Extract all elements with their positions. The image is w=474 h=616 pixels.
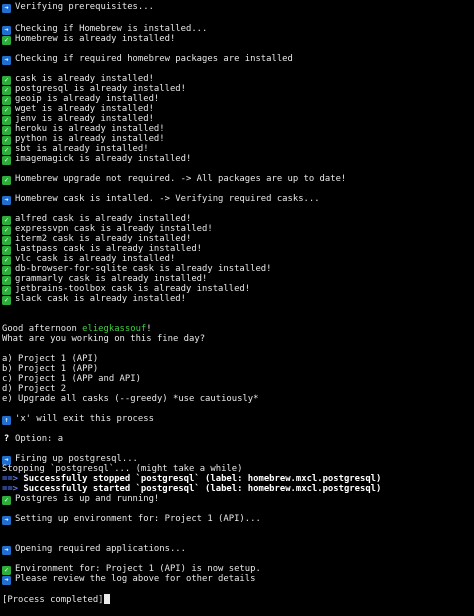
output-line: ✓ lastpass cask is already installed! [2, 244, 202, 255]
brew-arrow: ==> [2, 484, 19, 494]
check-mark-icon: ✓ [2, 176, 11, 185]
right-arrow-icon: ➜ [2, 196, 11, 205]
output-line: ✓ jetbrains-toolbox cask is already insta… [2, 284, 250, 295]
output-line: ➜ Opening required applications... [2, 544, 186, 555]
prompt-question: What are you working on this fine day? [2, 334, 206, 344]
output-line: Stopping `postgresql`... (might take a w… [2, 464, 243, 474]
output-line: ➜ Please review the log above for other d… [2, 574, 255, 585]
output-line: ✓ db-browser-for-sqlite cask is already i… [2, 264, 271, 275]
output-line: ==> Successfully started `postgresql` (l… [2, 484, 382, 494]
output-line: ➜ Firing up postgresql... [2, 454, 138, 465]
menu-option-c: c) Project 1 (APP and API) [2, 374, 141, 384]
output-line: ✓ vlc cask is already installed! [2, 254, 175, 265]
output-line: ✓ wget is already installed! [2, 104, 154, 115]
output-line: ➜ Checking if required homebrew packages … [2, 54, 293, 65]
username: eliegkassouf [82, 324, 147, 334]
right-arrow-icon: ➜ [2, 576, 11, 585]
output-line: ✓ alfred cask is already installed! [2, 214, 191, 225]
output-line: ➜ Homebrew cask is intalled. -> Verifying… [2, 194, 320, 205]
exit-hint: ↑'x' will exit this process [2, 414, 154, 425]
terminal-window[interactable]: ➜ Verifying prerequisites... ➜ Checking if… [0, 0, 474, 616]
greeting-line: Good afternoon eliegkassouf! [2, 324, 152, 334]
output-line: ✓ heroku is already installed! [2, 124, 165, 135]
right-arrow-icon: ➜ [2, 546, 11, 555]
question-mark-icon: ? [3, 434, 10, 444]
check-mark-icon: ✓ [2, 156, 11, 165]
output-line: ✓ imagemagick is already installed! [2, 154, 191, 165]
output-line: ✓ Homebrew upgrade not required. -> All p… [2, 174, 346, 185]
right-arrow-icon: ➜ [2, 516, 11, 525]
output-line: ➜ Setting up environment for: Project 1 (… [2, 514, 261, 525]
output-line: ✓ Homebrew is already installed! [2, 34, 175, 45]
output-line: ✓ slack cask is already installed! [2, 294, 186, 305]
right-arrow-icon: ➜ [2, 56, 11, 65]
menu-option-d: d) Project 2 [2, 384, 67, 394]
output-line: ✓ sbt is already installed! [2, 144, 149, 155]
check-mark-icon: ✓ [2, 296, 11, 305]
output-line: ==> Successfully stopped `postgresql` (l… [2, 474, 382, 484]
output-line: ✓ Environment for: Project 1 (API) is now… [2, 564, 261, 575]
output-line: ✓ Postgres is up and running! [2, 494, 159, 505]
right-arrow-icon: ➜ [2, 4, 11, 13]
output-line: ✓ postgresql is already installed! [2, 84, 186, 95]
menu-option-e: e) Upgrade all casks (--greedy) *use cau… [2, 394, 259, 404]
output-line: ✓ geoip is already installed! [2, 94, 159, 105]
menu-option-b: b) Project 1 (APP) [2, 364, 99, 374]
check-mark-icon: ✓ [2, 36, 11, 45]
output-line: ✓ jenv is already installed! [2, 114, 154, 125]
output-line: ✓ expressvpn cask is already installed! [2, 224, 213, 235]
text-cursor [103, 594, 110, 604]
up-arrow-icon: ↑ [2, 416, 11, 425]
output-line: ➜ Verifying prerequisites... [2, 2, 154, 13]
output-line: ✓ iterm2 cask is already installed! [2, 234, 191, 245]
menu-option-a: a) Project 1 (API) [2, 354, 99, 364]
output-line: ✓ python is already installed! [2, 134, 165, 145]
output-line: ✓ grammarly cask is already installed! [2, 274, 207, 285]
output-line: ➜ Checking if Homebrew is installed... [2, 24, 207, 35]
output-line: ✓ cask is already installed! [2, 74, 154, 85]
process-status-line: [Process completed] [2, 594, 110, 605]
check-mark-icon: ✓ [2, 496, 11, 505]
brew-arrow: ==> [2, 474, 19, 484]
option-input-line: ? Option: a [3, 434, 64, 444]
